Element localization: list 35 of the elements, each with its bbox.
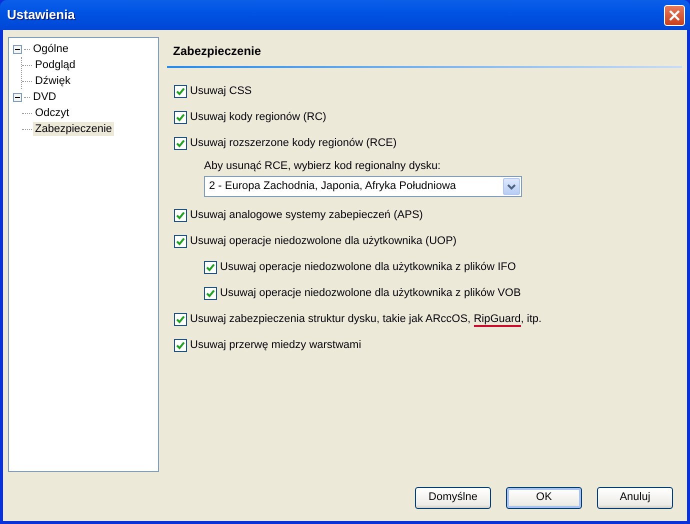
close-button[interactable] bbox=[664, 4, 685, 26]
collapse-icon[interactable] bbox=[13, 92, 22, 102]
checkbox[interactable] bbox=[174, 312, 187, 326]
checkbox[interactable] bbox=[204, 286, 217, 300]
checkbox[interactable] bbox=[174, 110, 187, 124]
window-title: Ustawienia bbox=[7, 6, 75, 24]
collapse-icon[interactable] bbox=[13, 44, 22, 54]
tree-item[interactable]: Podgląd bbox=[33, 58, 78, 72]
section-title: Zabezpieczenie bbox=[172, 43, 262, 60]
checkbox-label[interactable]: Usuwaj rozszerzone kody regionów (RCE) bbox=[190, 134, 397, 152]
dialog-button[interactable]: Anuluj bbox=[597, 486, 673, 508]
checkbox-label[interactable]: Usuwaj operacje niedozwolone dla użytkownika (UOP) bbox=[190, 232, 457, 250]
tree-item[interactable]: Zabezpieczenie bbox=[33, 122, 114, 136]
checkbox[interactable] bbox=[174, 84, 187, 98]
checkbox-label[interactable]: Usuwaj operacje niedozwolone dla użytkownika z plików IFO bbox=[220, 258, 516, 276]
checkbox[interactable] bbox=[204, 260, 217, 274]
tree-item[interactable]: DVD bbox=[31, 90, 58, 104]
dialog-button[interactable]: Domyślne bbox=[415, 486, 491, 508]
checkbox-label[interactable]: Usuwaj operacje niedozwolone dla użytkownika z plików VOB bbox=[220, 284, 521, 302]
checkbox[interactable] bbox=[174, 136, 187, 150]
checkbox-label[interactable]: Usuwaj zabezpieczenia struktur dysku, takie jak ARccOS, RipGuard, itp. bbox=[190, 310, 542, 328]
checkbox[interactable] bbox=[174, 234, 187, 248]
checkbox[interactable] bbox=[174, 208, 187, 222]
tree-item[interactable]: Ogólne bbox=[31, 42, 70, 56]
checkbox-label[interactable]: Usuwaj CSS bbox=[190, 82, 252, 100]
region-dropdown[interactable]: 2 - Europa Zachodnia, Japonia, Afryka Południowa bbox=[204, 176, 522, 197]
dialog-button[interactable]: OK bbox=[506, 486, 582, 508]
checkbox-label[interactable]: Usuwaj przerwę miedzy warstwami bbox=[190, 336, 362, 354]
close-icon bbox=[668, 8, 681, 22]
tree-item[interactable]: Dźwięk bbox=[33, 74, 72, 88]
checkbox-label[interactable]: Usuwaj kody regionów (RC) bbox=[190, 108, 326, 126]
field-label: Aby usunąć RCE, wybierz kod regionalny dysku: bbox=[204, 158, 441, 174]
checkbox-label[interactable]: Usuwaj analogowe systemy zabepieczeń (APS) bbox=[190, 206, 423, 224]
checkbox[interactable] bbox=[174, 338, 187, 352]
tree-item[interactable]: Odczyt bbox=[33, 106, 72, 120]
